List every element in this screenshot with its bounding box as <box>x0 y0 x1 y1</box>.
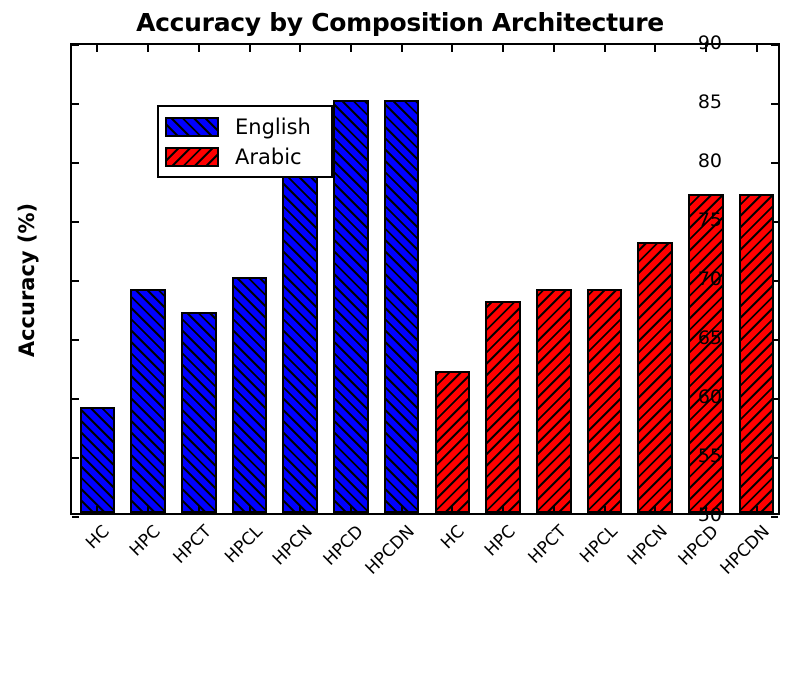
x-tick-mark <box>552 45 555 52</box>
x-tick-mark <box>299 506 302 513</box>
x-tick-mark <box>451 506 454 513</box>
bar <box>181 312 217 513</box>
bar <box>333 100 369 513</box>
legend: English Arabic <box>157 105 333 178</box>
x-tick-mark <box>96 45 99 52</box>
bar <box>586 288 623 513</box>
x-tick-mark <box>603 506 606 513</box>
bar <box>79 406 116 513</box>
x-tick-mark <box>400 45 403 52</box>
x-tick-mark <box>603 45 606 52</box>
legend-item[interactable]: Arabic <box>165 142 325 172</box>
bar <box>130 288 166 513</box>
chart-title: Accuracy by Composition Architecture <box>136 8 664 37</box>
y-tick-label: 80 <box>697 150 722 172</box>
bar <box>231 277 268 513</box>
bar <box>434 371 471 513</box>
x-tick-mark <box>248 506 251 513</box>
y-tick-label: 75 <box>697 209 722 231</box>
y-tick-label: 50 <box>697 504 722 526</box>
bar <box>637 241 673 513</box>
x-tick-mark <box>755 506 758 513</box>
bar <box>485 300 521 513</box>
plot-area: English Arabic <box>70 43 780 518</box>
y-axis-label: Accuracy (%) <box>15 202 39 358</box>
x-tick-mark <box>349 45 352 52</box>
x-tick-mark <box>299 45 302 52</box>
x-tick-mark <box>502 506 505 513</box>
legend-label: Arabic <box>235 144 302 169</box>
x-tick-mark <box>451 45 454 52</box>
bar <box>536 288 572 513</box>
x-tick-mark <box>400 506 403 513</box>
y-tick-mark <box>771 516 778 518</box>
x-tick-mark <box>147 45 150 52</box>
x-tick-mark <box>197 45 200 52</box>
bar <box>282 170 318 513</box>
x-tick-mark <box>96 506 99 513</box>
x-tick-mark <box>502 45 505 52</box>
y-tick-mark <box>72 516 79 518</box>
legend-label: English <box>235 114 311 139</box>
legend-item[interactable]: English <box>165 112 325 142</box>
x-tick-mark <box>197 506 200 513</box>
y-tick-label: 90 <box>697 32 722 54</box>
x-tick-mark <box>147 506 150 513</box>
bar <box>738 194 775 513</box>
y-tick-label: 55 <box>697 445 722 467</box>
y-tick-label: 70 <box>697 268 722 290</box>
y-tick-label: 60 <box>697 386 722 408</box>
y-tick-label: 85 <box>697 91 722 113</box>
bar <box>383 100 420 513</box>
legend-swatch-icon <box>165 117 219 137</box>
x-tick-mark <box>654 506 657 513</box>
x-tick-mark <box>755 45 758 52</box>
x-tick-mark <box>552 506 555 513</box>
x-tick-mark <box>349 506 352 513</box>
legend-swatch-icon <box>165 147 219 167</box>
x-tick-mark <box>654 45 657 52</box>
y-tick-label: 65 <box>697 327 722 349</box>
x-tick-mark <box>248 45 251 52</box>
chart-figure: Accuracy by Composition Architecture Acc… <box>0 0 800 600</box>
